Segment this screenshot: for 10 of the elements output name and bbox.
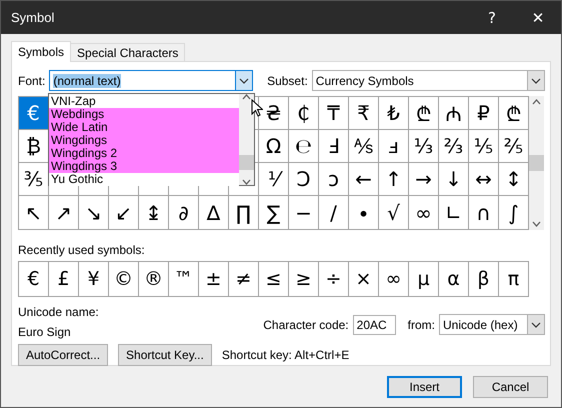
font-label: Font: xyxy=(18,74,46,88)
unicode-name-label: Unicode name: xyxy=(18,305,100,319)
unicode-name-value: Euro Sign xyxy=(18,325,72,339)
shortcut-key-text: Shortcut key: Alt+Ctrl+E xyxy=(222,348,350,362)
from-label: from: xyxy=(408,318,435,332)
recently-used-label: Recently used symbols: xyxy=(18,243,146,257)
subset-label: Subset: xyxy=(267,74,308,88)
font-value: (normal text) xyxy=(53,74,121,88)
character-code-label: Character code: xyxy=(263,318,349,332)
window-title: Symbol xyxy=(11,10,56,25)
